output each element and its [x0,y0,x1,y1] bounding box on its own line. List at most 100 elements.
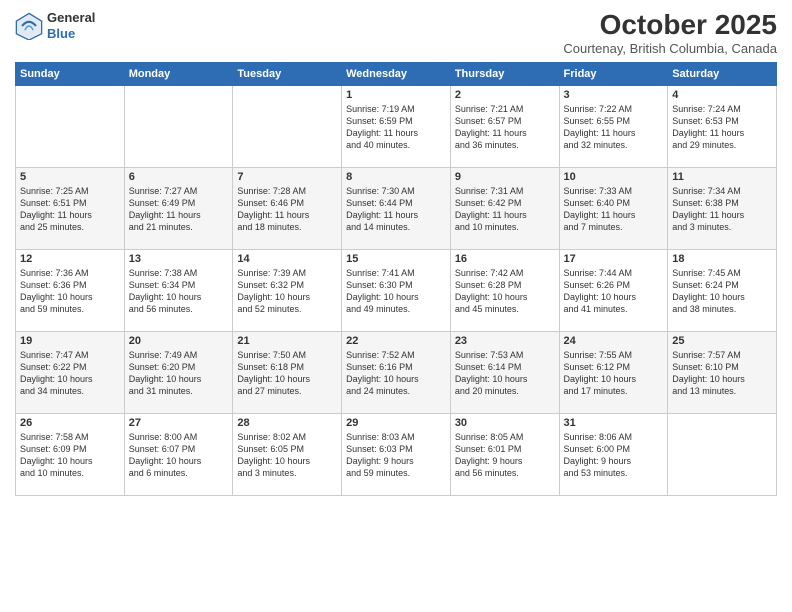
day-cell: 2Sunrise: 7:21 AM Sunset: 6:57 PM Daylig… [450,85,559,167]
day-number: 25 [672,335,772,347]
day-cell: 3 Sunrise: 7:22 AM Sunset: 6:55 PM Daylig… [559,85,668,167]
day-number: 15 [346,253,446,265]
week-row-1: 1Sunrise: 7:19 AM Sunset: 6:59 PM Daylig… [16,85,777,167]
day-info: Sunrise: 7:50 AM Sunset: 6:18 PM Dayligh… [237,349,337,398]
day-info: Sunrise: 8:00 AM Sunset: 6:07 PM Dayligh… [129,431,229,480]
day-info: Sunrise: 8:02 AM Sunset: 6:05 PM Dayligh… [237,431,337,480]
day-cell: 6Sunrise: 7:27 AM Sunset: 6:49 PM Daylig… [124,167,233,249]
day-number: 22 [346,335,446,347]
day-cell: 28 Sunrise: 8:02 AM Sunset: 6:05 PM Dayli… [233,413,342,495]
day-info: Sunrise: 7:53 AM Sunset: 6:14 PM Dayligh… [455,349,555,398]
day-number: 19 [20,335,120,347]
day-number: 26 [20,417,120,429]
day-number: 23 [455,335,555,347]
col-wednesday: Wednesday [342,62,451,85]
day-cell: 11Sunrise: 7:34 AM Sunset: 6:38 PM Dayli… [668,167,777,249]
day-info: Sunrise: 7:38 AM Sunset: 6:34 PM Dayligh… [129,267,229,316]
header: General Blue October 2025 Courtenay, Bri… [15,10,777,56]
col-saturday: Saturday [668,62,777,85]
day-info: Sunrise: 7:55 AM Sunset: 6:12 PM Dayligh… [564,349,664,398]
day-info: Sunrise: 7:22 AM Sunset: 6:55 PM Dayligh… [564,103,664,152]
day-cell: 12 Sunrise: 7:36 AM Sunset: 6:36 PM Dayli… [16,249,125,331]
day-number: 2 [455,89,555,101]
day-cell: 31 Sunrise: 8:06 AM Sunset: 6:00 PM Dayli… [559,413,668,495]
day-number: 28 [237,417,337,429]
week-row-2: 5Sunrise: 7:25 AM Sunset: 6:51 PM Daylig… [16,167,777,249]
day-info: Sunrise: 7:24 AM Sunset: 6:53 PM Dayligh… [672,103,772,152]
day-number: 31 [564,417,664,429]
day-info: Sunrise: 7:57 AM Sunset: 6:10 PM Dayligh… [672,349,772,398]
day-info: Sunrise: 7:31 AM Sunset: 6:42 PM Dayligh… [455,185,555,234]
day-number: 13 [129,253,229,265]
day-info: Sunrise: 7:28 AM Sunset: 6:46 PM Dayligh… [237,185,337,234]
day-info: Sunrise: 7:34 AM Sunset: 6:38 PM Dayligh… [672,185,772,234]
day-cell: 15 Sunrise: 7:41 AM Sunset: 6:30 PM Dayli… [342,249,451,331]
week-row-5: 26 Sunrise: 7:58 AM Sunset: 6:09 PM Dayli… [16,413,777,495]
month-title: October 2025 [563,10,777,41]
day-cell: 27Sunrise: 8:00 AM Sunset: 6:07 PM Dayli… [124,413,233,495]
page: General Blue October 2025 Courtenay, Bri… [0,0,792,612]
day-info: Sunrise: 7:47 AM Sunset: 6:22 PM Dayligh… [20,349,120,398]
day-info: Sunrise: 8:03 AM Sunset: 6:03 PM Dayligh… [346,431,446,480]
calendar: Sunday Monday Tuesday Wednesday Thursday… [15,62,777,496]
day-cell: 14 Sunrise: 7:39 AM Sunset: 6:32 PM Dayli… [233,249,342,331]
day-number: 24 [564,335,664,347]
day-cell: 20Sunrise: 7:49 AM Sunset: 6:20 PM Dayli… [124,331,233,413]
logo-icon [15,12,43,40]
col-thursday: Thursday [450,62,559,85]
day-cell: 29Sunrise: 8:03 AM Sunset: 6:03 PM Dayli… [342,413,451,495]
location: Courtenay, British Columbia, Canada [563,41,777,56]
day-number: 20 [129,335,229,347]
day-cell: 9 Sunrise: 7:31 AM Sunset: 6:42 PM Daylig… [450,167,559,249]
day-info: Sunrise: 7:42 AM Sunset: 6:28 PM Dayligh… [455,267,555,316]
week-row-4: 19 Sunrise: 7:47 AM Sunset: 6:22 PM Dayli… [16,331,777,413]
day-number: 9 [455,171,555,183]
day-info: Sunrise: 7:19 AM Sunset: 6:59 PM Dayligh… [346,103,446,152]
day-cell: 7 Sunrise: 7:28 AM Sunset: 6:46 PM Daylig… [233,167,342,249]
day-cell: 17 Sunrise: 7:44 AM Sunset: 6:26 PM Dayli… [559,249,668,331]
day-info: Sunrise: 7:45 AM Sunset: 6:24 PM Dayligh… [672,267,772,316]
day-info: Sunrise: 8:05 AM Sunset: 6:01 PM Dayligh… [455,431,555,480]
day-cell: 5Sunrise: 7:25 AM Sunset: 6:51 PM Daylig… [16,167,125,249]
day-cell: 13 Sunrise: 7:38 AM Sunset: 6:34 PM Dayli… [124,249,233,331]
day-cell: 1Sunrise: 7:19 AM Sunset: 6:59 PM Daylig… [342,85,451,167]
logo-text: General Blue [47,10,95,41]
day-cell [233,85,342,167]
title-block: October 2025 Courtenay, British Columbia… [563,10,777,56]
day-info: Sunrise: 7:41 AM Sunset: 6:30 PM Dayligh… [346,267,446,316]
day-info: Sunrise: 7:58 AM Sunset: 6:09 PM Dayligh… [20,431,120,480]
day-info: Sunrise: 8:06 AM Sunset: 6:00 PM Dayligh… [564,431,664,480]
day-number: 12 [20,253,120,265]
logo: General Blue [15,10,95,41]
day-cell [668,413,777,495]
day-number: 17 [564,253,664,265]
day-number: 7 [237,171,337,183]
day-cell: 23 Sunrise: 7:53 AM Sunset: 6:14 PM Dayli… [450,331,559,413]
day-cell: 16Sunrise: 7:42 AM Sunset: 6:28 PM Dayli… [450,249,559,331]
week-row-3: 12 Sunrise: 7:36 AM Sunset: 6:36 PM Dayli… [16,249,777,331]
day-cell [124,85,233,167]
day-cell: 30 Sunrise: 8:05 AM Sunset: 6:01 PM Dayli… [450,413,559,495]
day-cell: 21Sunrise: 7:50 AM Sunset: 6:18 PM Dayli… [233,331,342,413]
day-info: Sunrise: 7:39 AM Sunset: 6:32 PM Dayligh… [237,267,337,316]
day-info: Sunrise: 7:44 AM Sunset: 6:26 PM Dayligh… [564,267,664,316]
day-number: 4 [672,89,772,101]
day-cell: 25 Sunrise: 7:57 AM Sunset: 6:10 PM Dayli… [668,331,777,413]
day-cell [16,85,125,167]
day-info: Sunrise: 7:33 AM Sunset: 6:40 PM Dayligh… [564,185,664,234]
day-cell: 19 Sunrise: 7:47 AM Sunset: 6:22 PM Dayli… [16,331,125,413]
day-cell: 22 Sunrise: 7:52 AM Sunset: 6:16 PM Dayli… [342,331,451,413]
col-sunday: Sunday [16,62,125,85]
day-cell: 8Sunrise: 7:30 AM Sunset: 6:44 PM Daylig… [342,167,451,249]
day-number: 5 [20,171,120,183]
day-cell: 4 Sunrise: 7:24 AM Sunset: 6:53 PM Daylig… [668,85,777,167]
day-number: 3 [564,89,664,101]
day-cell: 26 Sunrise: 7:58 AM Sunset: 6:09 PM Dayli… [16,413,125,495]
day-info: Sunrise: 7:36 AM Sunset: 6:36 PM Dayligh… [20,267,120,316]
col-monday: Monday [124,62,233,85]
day-number: 8 [346,171,446,183]
day-info: Sunrise: 7:52 AM Sunset: 6:16 PM Dayligh… [346,349,446,398]
day-cell: 10Sunrise: 7:33 AM Sunset: 6:40 PM Dayli… [559,167,668,249]
day-number: 30 [455,417,555,429]
day-number: 14 [237,253,337,265]
